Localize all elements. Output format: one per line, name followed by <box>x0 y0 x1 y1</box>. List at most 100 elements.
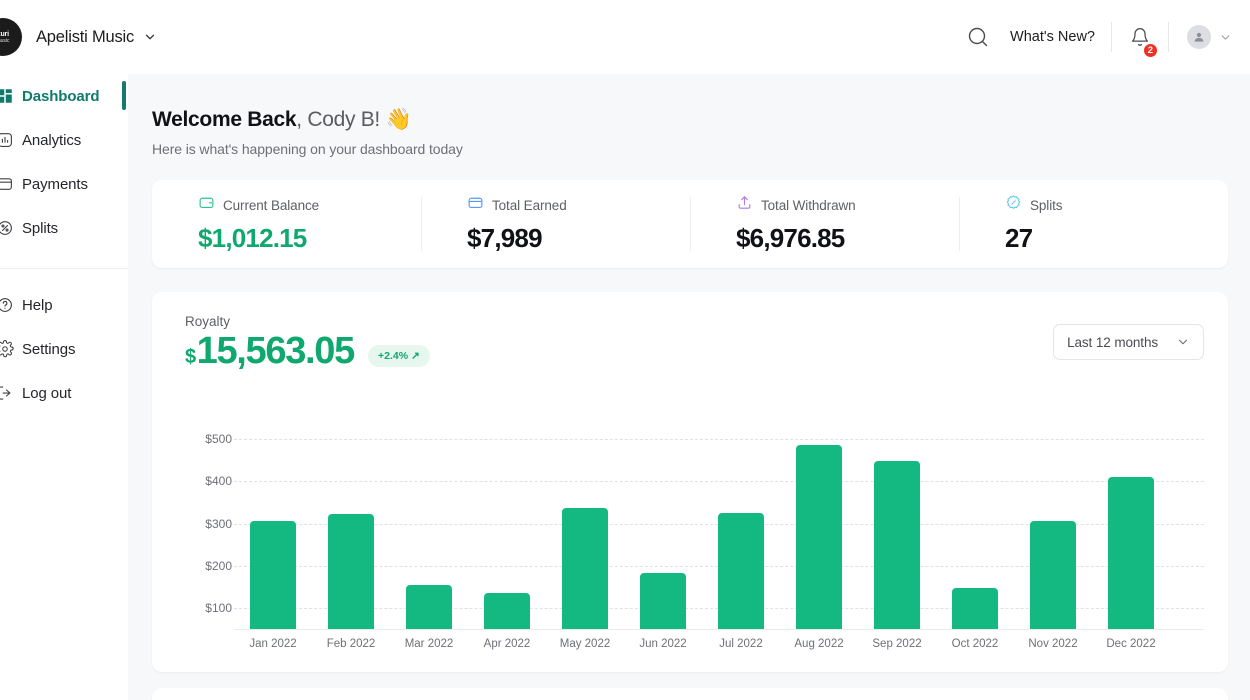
sidebar: Dashboard Analytics Payments Splits Help… <box>0 74 128 700</box>
royalty-label: Royalty <box>185 314 231 329</box>
x-axis-tick: Aug 2022 <box>794 638 844 650</box>
stat-total-earned: Total Earned $7,989 <box>421 180 690 268</box>
chevron-down-icon[interactable] <box>1219 31 1232 44</box>
x-axis-tick: Jun 2022 <box>639 638 687 650</box>
card-icon <box>467 194 484 216</box>
stat-label: Total Withdrawn <box>761 197 856 213</box>
user-menu[interactable] <box>1169 25 1238 49</box>
sidebar-item-logout[interactable]: Log out <box>0 371 128 415</box>
chart-bar[interactable] <box>952 587 998 629</box>
sidebar-item-settings[interactable]: Settings <box>0 327 128 371</box>
sidebar-item-help[interactable]: Help <box>0 283 128 327</box>
sidebar-divider <box>0 268 128 269</box>
chart-bar[interactable] <box>640 573 686 629</box>
stat-label: Current Balance <box>223 197 320 213</box>
royalty-amount: 15,563.05 <box>196 330 356 372</box>
stat-header: Current Balance <box>198 194 421 216</box>
wallet-icon <box>198 194 215 216</box>
date-range-select[interactable]: Last 12 months <box>1053 324 1204 360</box>
notifications-button[interactable]: 2 <box>1112 27 1168 58</box>
chart-bar[interactable] <box>1030 520 1076 629</box>
sidebar-item-dashboard[interactable]: Dashboard <box>0 74 128 118</box>
chart-bar[interactable] <box>1108 477 1154 629</box>
app-header: zuri music Apelisti Music What's New? 2 <box>0 0 1250 74</box>
dashboard-page: zuri music Apelisti Music What's New? 2 <box>0 0 1250 700</box>
help-icon <box>0 296 14 314</box>
chart-bar[interactable] <box>484 592 530 629</box>
x-axis-tick: Feb 2022 <box>326 638 376 650</box>
brand-logo-line1: zuri <box>0 30 9 38</box>
next-section-card <box>152 688 1228 700</box>
stat-current-balance: Current Balance $1,012.15 <box>152 180 421 268</box>
royalty-amount-row: $ 15,563.05 +2.4% ↗ <box>185 330 430 373</box>
notification-badge: 2 <box>1142 43 1158 58</box>
welcome-title-bold: Welcome Back <box>152 108 297 131</box>
stat-value: $7,989 <box>467 223 543 253</box>
stat-splits: Splits 27 <box>959 180 1228 268</box>
sidebar-item-label: Payments <box>22 175 88 193</box>
page-title: Welcome Back, Cody B! 👋 <box>152 108 1250 132</box>
royalty-chart-card: Royalty $ 15,563.05 +2.4% ↗ Last 12 mont… <box>152 292 1228 672</box>
y-axis-tick: $500 <box>205 432 232 447</box>
currency-symbol: $ <box>185 346 196 368</box>
welcome-subtitle: Here is what's happening on your dashboa… <box>152 141 463 157</box>
x-axis-tick: Oct 2022 <box>951 638 999 650</box>
active-indicator <box>122 81 126 110</box>
chart-bar[interactable] <box>796 445 842 629</box>
sidebar-item-label: Log out <box>22 384 72 402</box>
x-axis-tick: Jan 2022 <box>249 638 297 650</box>
x-axis-labels: Jan 2022 Feb 2022 Mar 2022 Apr 2022 May 2022… <box>234 638 1204 658</box>
y-axis-tick: $100 <box>205 600 232 615</box>
y-axis-labels: $500 $400 $300 $200 $100 <box>152 418 232 629</box>
user-avatar-icon <box>1187 25 1211 49</box>
x-axis-line <box>234 629 1204 630</box>
x-axis-tick: Sep 2022 <box>872 638 922 650</box>
chevron-down-icon[interactable] <box>143 30 157 44</box>
whats-new-link[interactable]: What's New? <box>1004 29 1111 45</box>
search-icon[interactable] <box>952 25 1004 49</box>
sidebar-item-payments[interactable]: Payments <box>0 162 128 206</box>
sidebar-item-splits[interactable]: Splits <box>0 206 128 250</box>
brand-logo-icon: zuri music <box>0 18 22 56</box>
stat-header: Total Earned <box>467 194 690 216</box>
chart-bar[interactable] <box>250 521 296 629</box>
sidebar-item-label: Analytics <box>22 131 82 149</box>
date-range-value: Last 12 months <box>1067 334 1158 350</box>
logout-icon <box>0 384 14 402</box>
x-axis-tick: Jul 2022 <box>719 638 763 650</box>
stat-header: Total Withdrawn <box>736 194 959 216</box>
sidebar-item-label: Settings <box>22 340 76 358</box>
settings-icon <box>0 340 14 358</box>
x-axis-tick: Apr 2022 <box>483 638 531 650</box>
y-axis-tick: $300 <box>205 516 232 531</box>
change-badge: +2.4% ↗ <box>367 344 430 367</box>
chart-bar[interactable] <box>406 584 452 629</box>
brand-switcher[interactable]: zuri music Apelisti Music <box>0 18 157 56</box>
chart-bar[interactable] <box>718 512 764 629</box>
payments-icon <box>0 175 14 193</box>
upload-icon <box>736 194 753 216</box>
stat-value: $6,976.85 <box>736 223 845 253</box>
x-axis-tick: May 2022 <box>559 638 611 650</box>
sidebar-item-label: Splits <box>22 219 59 237</box>
stat-total-withdrawn: Total Withdrawn $6,976.85 <box>690 180 959 268</box>
x-axis-tick: Nov 2022 <box>1028 638 1078 650</box>
chart-bar[interactable] <box>874 461 920 629</box>
x-axis-tick: Mar 2022 <box>404 638 454 650</box>
analytics-icon <box>0 131 14 149</box>
brand-logo-line2: music <box>0 37 10 44</box>
stat-label: Total Earned <box>492 197 567 213</box>
stat-label: Splits <box>1030 197 1063 213</box>
main-content: Welcome Back, Cody B! 👋 Here is what's h… <box>128 74 1250 700</box>
welcome-section: Welcome Back, Cody B! 👋 Here is what's h… <box>128 74 1250 157</box>
x-axis-tick: Dec 2022 <box>1106 638 1156 650</box>
sidebar-item-analytics[interactable]: Analytics <box>0 118 128 162</box>
dashboard-icon <box>0 87 14 105</box>
chevron-down-icon <box>1176 335 1190 349</box>
chart-bar[interactable] <box>562 508 608 629</box>
stat-value: 27 <box>1005 223 1033 253</box>
sidebar-item-label: Dashboard <box>22 87 100 105</box>
chart-bar[interactable] <box>328 513 374 629</box>
bar-chart: $500 $400 $300 $200 $100 Jan 2022 Feb 2022 Mar… <box>152 418 1228 658</box>
chart-bars <box>234 418 1204 629</box>
